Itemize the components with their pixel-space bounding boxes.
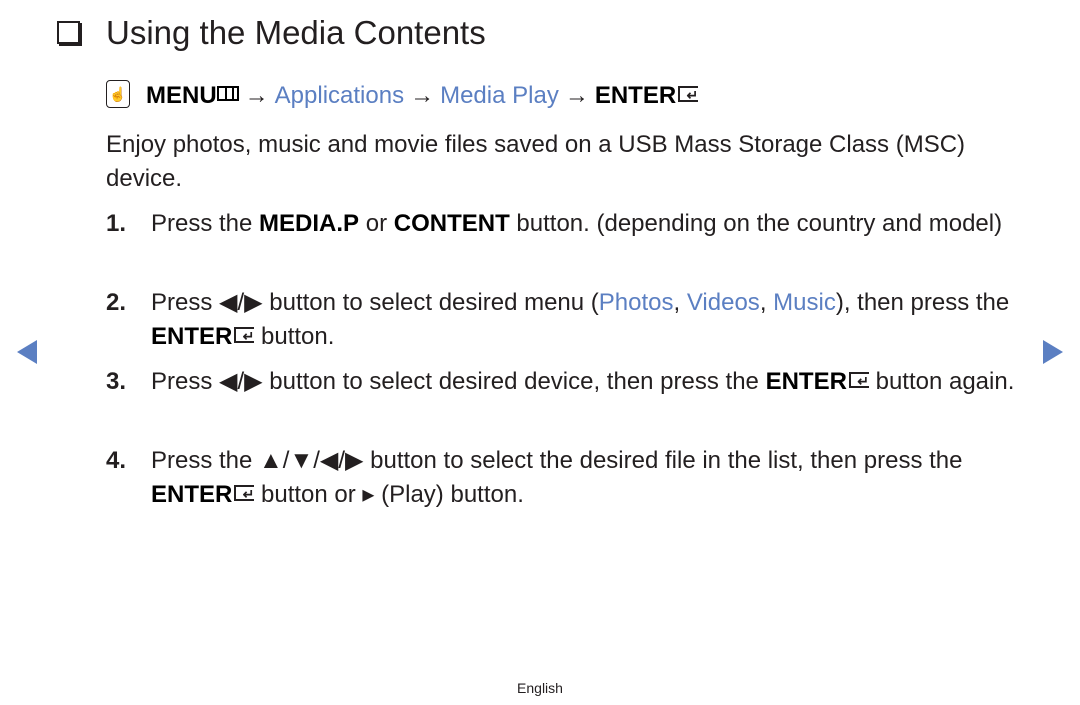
arrow-icon: → [410,82,435,109]
media-play-link[interactable]: Media Play [440,82,559,109]
next-page-arrow-icon[interactable] [1043,340,1063,364]
text-run: Press ◀/▶ button to select desired menu … [151,289,599,316]
text-run: , [673,289,687,316]
text-run: button again. [868,368,1015,395]
text-run: , [759,289,774,316]
enter-label: ENTER [151,481,233,508]
step-text: Press ◀/▶ button to select desired devic… [151,365,1036,399]
step-number: 4. [106,447,127,474]
text-run: or [359,210,394,237]
arrow-icon: → [564,82,589,109]
arrow-icon: → [244,82,269,109]
step-4: 4. Press the ▲/▼/◀/▶ button to select th… [106,444,1036,512]
enter-label: ENTER [594,82,677,109]
hand-touch-icon: ☝ [106,79,130,108]
step-2: 2. Press ◀/▶ button to select desired me… [106,286,1036,354]
text-run: button. [254,323,335,350]
page-title-text: Using the Media Contents [106,14,486,51]
enter-icon: ↵ [234,484,255,501]
intro-text: Enjoy photos, music and movie files save… [106,131,966,192]
enter-label: ENTER [151,323,233,350]
step-number: 3. [106,368,127,395]
applications-link[interactable]: Applications [275,82,404,109]
step-1: 1. Press the MEDIA.P or CONTENT button. … [106,207,1036,241]
text-run: button or ▸ (Play) button. [254,481,524,508]
menu-icon [216,86,239,102]
step-text: Press ◀/▶ button to select desired menu … [151,286,1036,354]
step-text: Press the MEDIA.P or CONTENT button. (de… [151,207,1036,241]
photos-link[interactable]: Photos [599,289,674,316]
step-number: 1. [106,210,127,237]
enter-icon: ↵ [678,85,699,102]
text-run: Press ◀/▶ button to select desired devic… [151,368,766,395]
enter-icon: ↵ [848,371,869,388]
checkbox-bullet-icon [57,20,80,44]
footer-language: English [517,680,563,696]
step-3: 3. Press ◀/▶ button to select desired de… [106,365,1036,399]
content-button-label: CONTENT [393,210,510,237]
enter-icon: ↵ [234,326,255,343]
text-run: Press the [151,210,260,237]
step-text: Press the ▲/▼/◀/▶ button to select the d… [151,444,1036,512]
page-title: Using the Media Contents [57,14,486,52]
step-number: 2. [106,289,127,316]
menu-label: MENU [146,82,217,109]
text-run: ), then press the [835,289,1010,316]
text-run: Press the ▲/▼/◀/▶ button to select the d… [151,447,963,474]
text-run: button. (depending on the country and mo… [509,210,1003,237]
menu-path: ☝ MENU → Applications → Media Play → ENTER ↵ [106,79,699,111]
previous-page-arrow-icon[interactable] [17,340,37,364]
media-p-button-label: MEDIA.P [259,210,360,237]
videos-link[interactable]: Videos [687,289,760,316]
music-link[interactable]: Music [773,289,836,316]
enter-label: ENTER [765,368,847,395]
